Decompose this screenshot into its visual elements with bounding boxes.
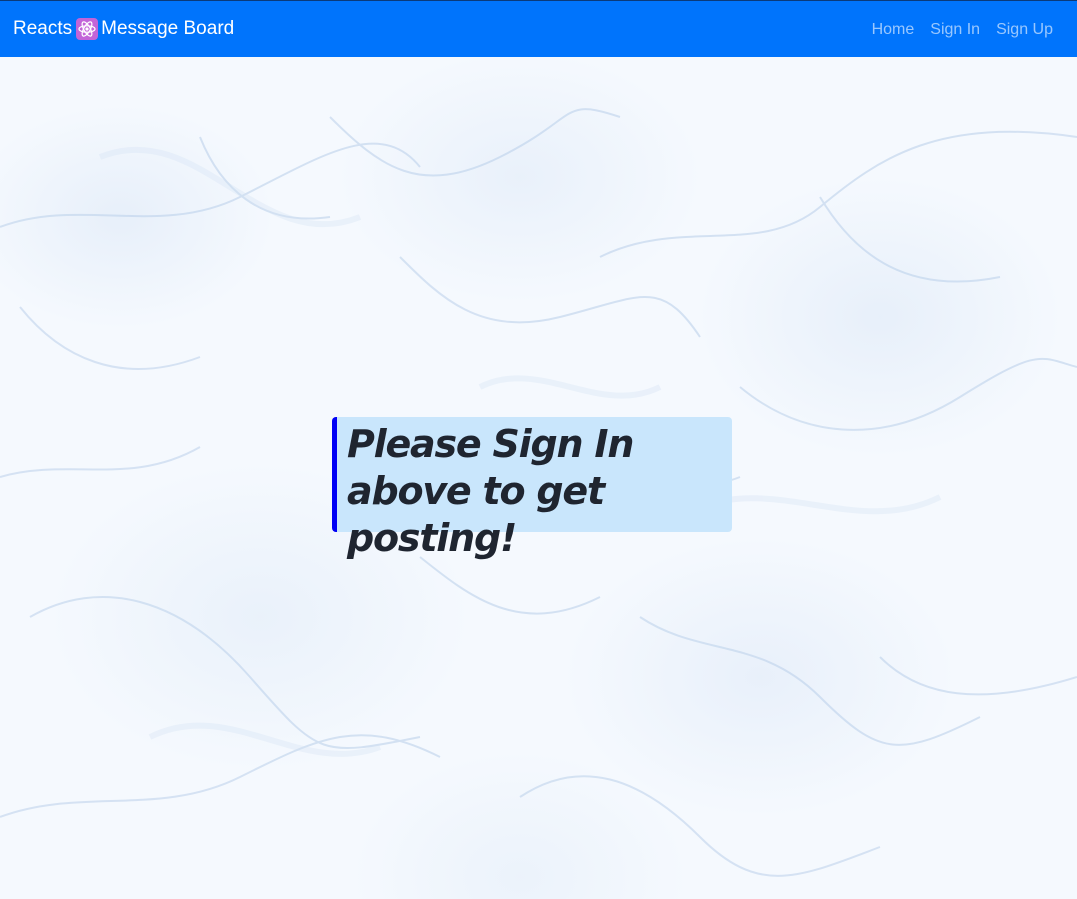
nav-links: Home Sign In Sign Up [872, 20, 1053, 40]
nav-sign-up-link[interactable]: Sign Up [996, 20, 1053, 40]
atom-icon [76, 18, 99, 40]
sign-in-notice: Please Sign In above to get posting! [332, 417, 732, 560]
nav-home-link[interactable]: Home [872, 20, 915, 40]
notice-text: Please Sign In above to get posting! [347, 422, 634, 560]
brand-suffix: Message Board [101, 18, 235, 39]
brand-link[interactable]: Reacts Message Board [13, 17, 234, 41]
top-navbar: Reacts Message Board Home Sign In Sign U… [0, 0, 1077, 57]
nav-sign-in-link[interactable]: Sign In [930, 20, 980, 40]
brand-prefix: Reacts [13, 18, 73, 39]
